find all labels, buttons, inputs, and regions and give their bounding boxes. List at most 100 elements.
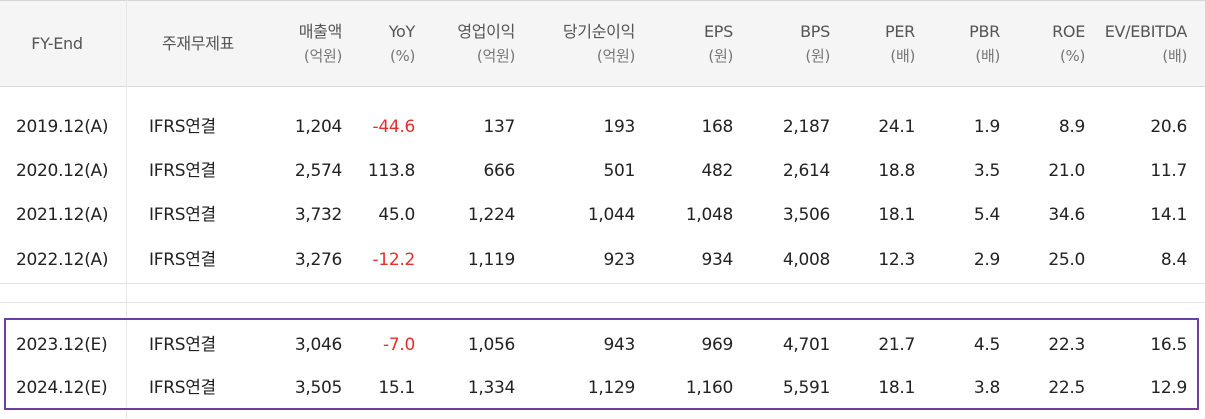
pbr-cell: 2.9 xyxy=(973,250,1000,270)
eps-cell: 934 xyxy=(701,250,733,270)
ev-ebitda-cell: 12.9 xyxy=(1150,378,1187,398)
revenue-cell: 3,505 xyxy=(294,378,342,398)
pbr-cell: 3.8 xyxy=(973,378,1000,398)
eps-cell: 168 xyxy=(701,117,733,137)
pbr-cell: 4.5 xyxy=(973,335,1000,355)
net-income-cell: 1,129 xyxy=(587,378,635,398)
fy-end-cell: 2019.12(A) xyxy=(16,117,109,137)
header-label: PBR xyxy=(969,22,1000,41)
header-net-income: 당기순이익 (억원) xyxy=(525,20,635,68)
pbr-cell: 5.4 xyxy=(973,205,1000,225)
statement-cell: IFRS연결 xyxy=(149,378,216,398)
header-pbr: PBR (배) xyxy=(930,20,1000,68)
net-income-cell: 1,044 xyxy=(587,205,635,225)
table-row: 2019.12(A) IFRS연결 1,204 -44.6 137 193 16… xyxy=(0,107,1205,151)
header-unit: (억원) xyxy=(596,47,635,65)
header-per: PER (배) xyxy=(840,20,915,68)
yoy-cell: 45.0 xyxy=(378,205,415,225)
ev-ebitda-cell: 8.4 xyxy=(1160,250,1187,270)
statement-cell: IFRS연결 xyxy=(149,117,216,137)
header-operating-profit: 영업이익 (억원) xyxy=(425,20,515,68)
header-revenue: 매출액 (억원) xyxy=(262,20,343,68)
header-label: 당기순이익 xyxy=(562,22,635,41)
financial-summary-table: FY-End 주재무제표 매출액 (억원) YoY (%) 영업이익 (억원) 당기순… xyxy=(0,0,1205,419)
header-ev-ebitda: EV/EBITDA (배) xyxy=(1090,20,1188,68)
statement-cell: IFRS연결 xyxy=(149,335,216,355)
table-row: 2024.12(E) IFRS연결 3,505 15.1 1,334 1,129… xyxy=(0,366,1205,410)
yoy-cell: -44.6 xyxy=(372,117,416,137)
bps-cell: 2,187 xyxy=(782,117,830,137)
table-row: 2023.12(E) IFRS연결 3,046 -7.0 1,056 943 9… xyxy=(0,323,1205,367)
per-cell: 24.1 xyxy=(878,117,915,137)
header-unit: (억원) xyxy=(476,47,515,65)
header-fy-end: FY-End xyxy=(12,32,102,56)
revenue-cell: 3,732 xyxy=(294,205,342,225)
revenue-cell: 3,276 xyxy=(294,250,342,270)
roe-cell: 22.3 xyxy=(1048,335,1085,355)
bps-cell: 2,614 xyxy=(782,161,830,181)
roe-cell: 34.6 xyxy=(1048,205,1085,225)
eps-cell: 969 xyxy=(701,335,733,355)
yoy-cell: 113.8 xyxy=(367,161,415,181)
header-label: FY-End xyxy=(31,34,83,53)
bps-cell: 4,008 xyxy=(782,250,830,270)
roe-cell: 8.9 xyxy=(1058,117,1085,137)
fy-end-cell: 2022.12(A) xyxy=(16,250,109,270)
header-unit: (배) xyxy=(1162,47,1187,65)
header-label: EPS xyxy=(703,22,733,41)
statement-cell: IFRS연결 xyxy=(149,205,216,225)
actual-estimate-separator xyxy=(0,283,1205,303)
table-row: 2021.12(A) IFRS연결 3,732 45.0 1,224 1,044… xyxy=(0,195,1205,239)
bps-cell: 4,701 xyxy=(782,335,830,355)
roe-cell: 21.0 xyxy=(1048,161,1085,181)
net-income-cell: 923 xyxy=(603,250,635,270)
header-label: EV/EBITDA xyxy=(1104,22,1188,41)
pbr-cell: 1.9 xyxy=(973,117,1000,137)
per-cell: 18.1 xyxy=(878,205,915,225)
header-label: PER xyxy=(885,22,915,41)
table-row: 2020.12(A) IFRS연결 2,574 113.8 666 501 48… xyxy=(0,151,1205,195)
table-row: 2022.12(A) IFRS연결 3,276 -12.2 1,119 923 … xyxy=(0,240,1205,284)
net-income-cell: 501 xyxy=(603,161,635,181)
pbr-cell: 3.5 xyxy=(973,161,1000,181)
revenue-cell: 2,574 xyxy=(294,161,342,181)
header-eps: EPS (원) xyxy=(650,20,733,68)
operating-profit-cell: 666 xyxy=(483,161,515,181)
statement-cell: IFRS연결 xyxy=(149,161,216,181)
fy-end-cell: 2023.12(E) xyxy=(16,335,108,355)
header-label: ROE xyxy=(1052,22,1085,41)
fy-end-cell: 2024.12(E) xyxy=(16,378,108,398)
header-unit: (%) xyxy=(389,47,415,65)
header-unit: (배) xyxy=(890,47,915,65)
yoy-cell: -12.2 xyxy=(372,250,416,270)
header-unit: (원) xyxy=(805,47,830,65)
revenue-cell: 1,204 xyxy=(294,117,342,137)
revenue-cell: 3,046 xyxy=(294,335,342,355)
net-income-cell: 943 xyxy=(603,335,635,355)
bps-cell: 5,591 xyxy=(782,378,830,398)
ev-ebitda-cell: 11.7 xyxy=(1150,161,1187,181)
yoy-cell: 15.1 xyxy=(378,378,415,398)
operating-profit-cell: 1,119 xyxy=(467,250,515,270)
fy-end-cell: 2021.12(A) xyxy=(16,205,109,225)
ev-ebitda-cell: 16.5 xyxy=(1150,335,1187,355)
header-label: 매출액 xyxy=(298,22,343,41)
bps-cell: 3,506 xyxy=(782,205,830,225)
eps-cell: 1,048 xyxy=(685,205,733,225)
header-label: BPS xyxy=(800,22,830,41)
fy-end-cell: 2020.12(A) xyxy=(16,161,109,181)
net-income-cell: 193 xyxy=(603,117,635,137)
header-unit: (배) xyxy=(975,47,1000,65)
eps-cell: 482 xyxy=(701,161,733,181)
operating-profit-cell: 137 xyxy=(483,117,515,137)
per-cell: 18.8 xyxy=(878,161,915,181)
header-label: YoY xyxy=(388,22,416,41)
per-cell: 18.1 xyxy=(878,378,915,398)
per-cell: 21.7 xyxy=(878,335,915,355)
ev-ebitda-cell: 20.6 xyxy=(1150,117,1187,137)
operating-profit-cell: 1,056 xyxy=(467,335,515,355)
roe-cell: 25.0 xyxy=(1048,250,1085,270)
statement-cell: IFRS연결 xyxy=(149,250,216,270)
ev-ebitda-cell: 14.1 xyxy=(1150,205,1187,225)
header-main-statement: 주재무제표 xyxy=(138,32,258,56)
